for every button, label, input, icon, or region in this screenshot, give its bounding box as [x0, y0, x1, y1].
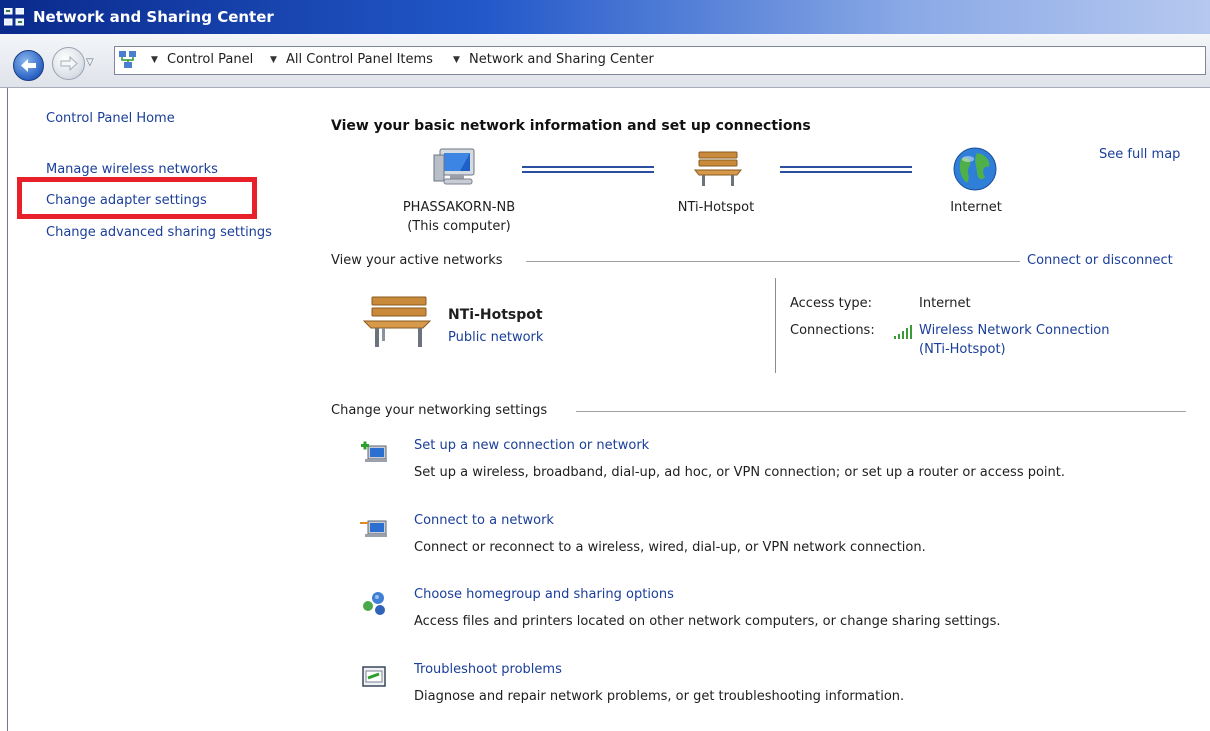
task-homegroup-link[interactable]: Choose homegroup and sharing options — [414, 587, 674, 602]
map-computer-sub: (This computer) — [407, 219, 511, 234]
connect-network-icon — [360, 520, 387, 537]
connection-line — [522, 166, 654, 173]
forward-arrow-icon — [60, 55, 78, 72]
network-type-link[interactable]: Public network — [448, 330, 543, 345]
active-networks-label: View your active networks — [331, 253, 503, 268]
globe-internet-icon[interactable] — [951, 145, 999, 193]
control-panel-icon — [119, 51, 136, 68]
homegroup-icon — [363, 592, 385, 615]
access-type-value: Internet — [919, 296, 971, 311]
signal-strength-icon — [894, 325, 912, 339]
wireless-connection-link[interactable]: Wireless Network Connection — [919, 323, 1110, 338]
breadcrumb-control-panel[interactable]: Control Panel — [167, 52, 253, 67]
map-computer-name: PHASSAKORN-NB — [402, 200, 516, 215]
vertical-divider — [775, 278, 776, 373]
connect-or-disconnect-link[interactable]: Connect or disconnect — [1027, 253, 1173, 268]
sidebar-item-manage-wireless[interactable]: Manage wireless networks — [46, 162, 218, 177]
page-title: View your basic network information and … — [331, 118, 811, 134]
task-new-connection-desc: Set up a wireless, broadband, dial-up, a… — [414, 465, 1066, 480]
network-center-icon — [4, 8, 24, 26]
task-connect-network-desc: Connect or reconnect to a wireless, wire… — [414, 540, 926, 555]
window-title: Network and Sharing Center — [33, 8, 274, 26]
map-network-name: NTi-Hotspot — [677, 200, 755, 215]
task-homegroup-desc: Access files and printers located on oth… — [414, 614, 1001, 629]
see-full-map-link[interactable]: See full map — [1099, 147, 1180, 162]
back-arrow-icon — [21, 59, 36, 72]
breadcrumb-network-center[interactable]: Network and Sharing Center — [469, 52, 654, 67]
sidebar-item-advanced-sharing[interactable]: Change advanced sharing settings — [46, 225, 272, 240]
breadcrumb-all-items[interactable]: All Control Panel Items — [286, 52, 433, 67]
troubleshoot-icon — [362, 666, 386, 687]
window-border — [7, 88, 8, 731]
breadcrumb-separator-icon[interactable]: ▼ — [453, 55, 460, 65]
breadcrumb-separator-icon[interactable]: ▼ — [151, 55, 158, 65]
connection-line — [780, 166, 912, 173]
wireless-connection-sub[interactable]: (NTi-Hotspot) — [919, 342, 1006, 357]
section-divider — [576, 411, 1186, 412]
highlight-annotation-box — [17, 177, 257, 219]
connections-label: Connections: — [790, 323, 875, 338]
forward-button[interactable] — [52, 47, 85, 80]
new-connection-icon — [361, 441, 387, 462]
recent-pages-dropdown[interactable]: ▽ — [86, 57, 94, 68]
back-button[interactable] — [13, 50, 44, 81]
task-troubleshoot-link[interactable]: Troubleshoot problems — [414, 662, 562, 677]
task-new-connection-link[interactable]: Set up a new connection or network — [414, 438, 649, 453]
access-type-label: Access type: — [790, 296, 873, 311]
breadcrumb-separator-icon[interactable]: ▼ — [270, 55, 277, 65]
bench-network-icon — [362, 296, 432, 347]
task-troubleshoot-desc: Diagnose and repair network problems, or… — [414, 689, 905, 704]
map-internet-label: Internet — [950, 200, 1002, 215]
computer-icon[interactable] — [430, 145, 484, 193]
active-network-name: NTi-Hotspot — [448, 307, 543, 323]
networking-settings-label: Change your networking settings — [331, 403, 548, 418]
address-bar[interactable] — [114, 46, 1206, 75]
sidebar-control-panel-home[interactable]: Control Panel Home — [46, 111, 175, 126]
bench-network-icon[interactable] — [693, 148, 743, 188]
task-connect-network-link[interactable]: Connect to a network — [414, 513, 554, 528]
section-divider — [526, 261, 1020, 262]
